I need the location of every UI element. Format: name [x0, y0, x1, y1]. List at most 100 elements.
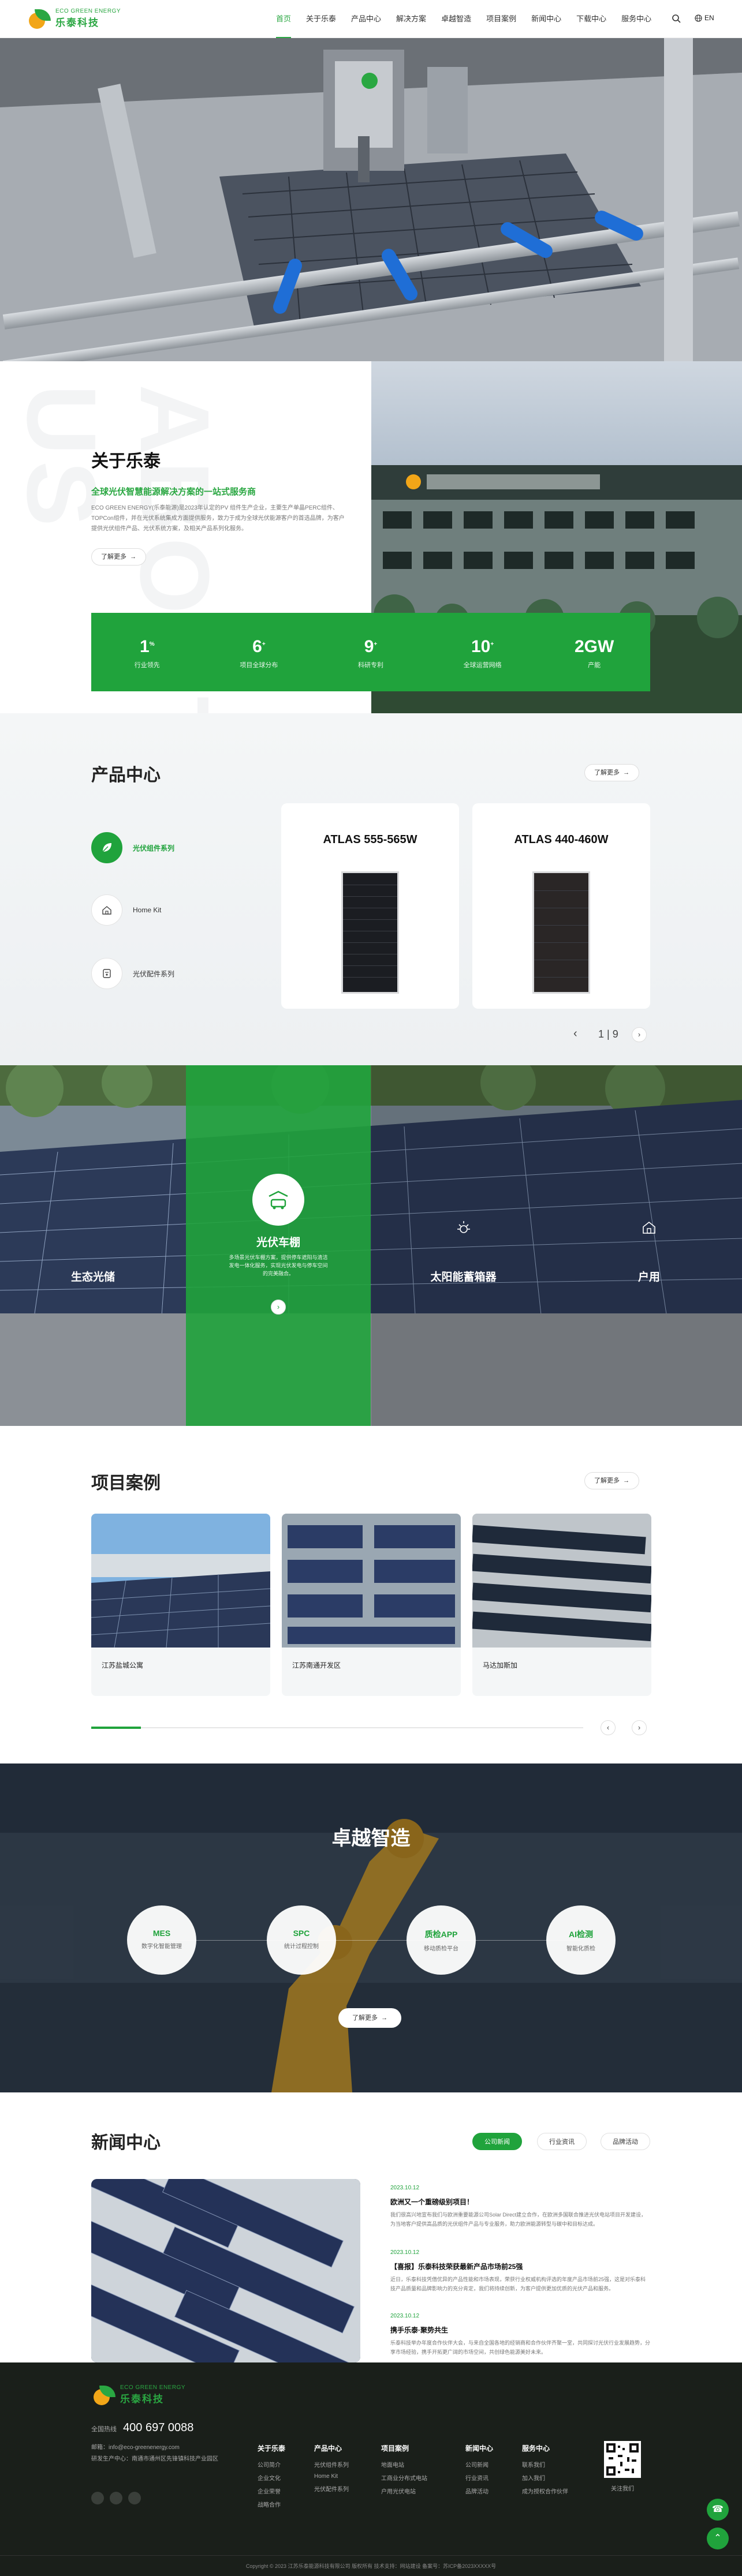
case-card[interactable]: 江苏盐城公寓 [91, 1514, 270, 1696]
news-featured-image[interactable] [91, 2179, 360, 2362]
smart-item-qc-app[interactable]: 质检APP 移动质检平台 [407, 1905, 476, 1975]
news-item[interactable]: 2023.10.12 【喜报】乐泰科技荣获最新产品市场前25强 近日，乐泰科技凭… [390, 2249, 650, 2293]
footer-col-service: 服务中心 联系我们 加入我们 成为授权合作伙伴 [522, 2443, 568, 2500]
smart-item-ai[interactable]: AI检测智能化质检 [546, 1905, 616, 1975]
footer-col-title[interactable]: 服务中心 [522, 2443, 568, 2453]
category-home-kit[interactable]: Home Kit [91, 894, 161, 926]
qr-caption: 关注我们 [611, 2486, 634, 2492]
case-card[interactable]: 马达加斯加 [472, 1514, 651, 1696]
footer-col-title[interactable]: 项目案例 [381, 2443, 427, 2453]
stat-label: 科研专利 [357, 662, 383, 669]
pager-prev-icon[interactable]: ‹ [573, 1027, 577, 1040]
product-card[interactable]: ATLAS 440-460W [472, 803, 650, 1009]
case-card[interactable]: 江苏南通开发区 [282, 1514, 461, 1696]
footer-link[interactable]: 行业资讯 [465, 2473, 493, 2482]
logo-en: ECO GREEN ENERGY [120, 2384, 186, 2391]
nav-solutions[interactable]: 解决方案 [396, 0, 426, 38]
category-pv-modules[interactable]: 光伏组件系列 [91, 832, 174, 863]
stat-sup: + [262, 641, 266, 647]
footer-col-title[interactable]: 关于乐泰 [258, 2443, 285, 2453]
footer-col-title[interactable]: 产品中心 [314, 2443, 349, 2453]
logo-mark [27, 7, 52, 30]
case-image [472, 1514, 651, 1648]
tab-company-news[interactable]: 公司新闻 [472, 2133, 522, 2150]
house-icon [643, 1221, 655, 1234]
footer-link[interactable]: 成为授权合作伙伴 [522, 2487, 568, 2495]
cases-section: 项目案例 了解更多 → 江苏盐城公寓 江苏南通开发区 马达加斯加 ‹ › [0, 1426, 742, 1763]
footer-link[interactable]: 企业荣誉 [258, 2487, 285, 2495]
smart-item-desc: 智能化质检 [566, 1946, 595, 1952]
pager-next-button[interactable]: › [632, 1027, 647, 1042]
cases-next-button[interactable]: › [632, 1720, 647, 1735]
footer-link[interactable]: 公司简介 [258, 2460, 285, 2469]
footer-link[interactable]: 工商业分布式电站 [381, 2473, 427, 2482]
solution-residential[interactable]: 户用 [556, 1065, 742, 1426]
category-accessories[interactable]: 光伏配件系列 [91, 958, 174, 989]
nav-about[interactable]: 关于乐泰 [306, 0, 336, 38]
address-value: 南通市通州区先锋镇科技产业园区 [132, 2456, 218, 2462]
cases-prev-button[interactable]: ‹ [601, 1720, 616, 1735]
nav-home[interactable]: 首页 [276, 0, 292, 38]
address-block: 研发生产中心：南通市通州区先锋镇科技产业园区 [91, 2455, 241, 2464]
smart-item-spc[interactable]: SPC 统计过程控制 [267, 1905, 336, 1975]
products-more-button[interactable]: 了解更多 → [584, 764, 640, 781]
nav-service[interactable]: 服务中心 [621, 0, 651, 38]
footer-link[interactable]: Home Kit [314, 2473, 349, 2480]
footer-link[interactable]: 联系我们 [522, 2460, 568, 2469]
stat-label: 全球运营网络 [463, 662, 502, 669]
about-section: ABOUT US 关于乐泰 全球光伏智慧能源解决方案的一站式服务商 ECO GR… [0, 361, 742, 762]
smart-item-title: AI检测 [569, 1930, 593, 1939]
tab-brand-events[interactable]: 品牌活动 [601, 2133, 650, 2150]
footer-link[interactable]: 光伏配件系列 [314, 2484, 349, 2493]
back-to-top-button[interactable]: ⌃ [707, 2528, 729, 2549]
language-switch[interactable]: EN [695, 14, 714, 22]
footer-link[interactable]: 光伏组件系列 [314, 2460, 349, 2469]
solution-carport[interactable]: 光伏车棚 多场景光伏车棚方案，提供停车遮阳与清洁发电一体化服务，实现光伏发电与停… [186, 1065, 371, 1426]
footer-link[interactable]: 加入我们 [522, 2473, 568, 2482]
hotline-block: 全国热线 400 697 0088 [91, 2421, 193, 2435]
footer-link[interactable]: 品牌活动 [465, 2487, 493, 2495]
smart-item-mes[interactable]: MES 数字化智能管理 [127, 1905, 196, 1975]
tab-industry-news[interactable]: 行业资讯 [537, 2133, 587, 2150]
footer-divider [0, 2555, 742, 2556]
stat-num: 2GW [575, 637, 614, 656]
footer-col-title[interactable]: 新闻中心 [465, 2443, 493, 2453]
solution-more-button[interactable]: › [271, 1300, 286, 1315]
product-card[interactable]: ATLAS 555-565W [281, 803, 459, 1009]
about-more-button[interactable]: 了解更多 → [91, 548, 147, 566]
footer-col-about: 关于乐泰 公司简介 企业文化 企业荣誉 战略合作 [258, 2443, 285, 2513]
news-date: 2023.10.12 [390, 2313, 420, 2319]
stat-label: 项目全球分布 [240, 662, 278, 669]
chat-float-button[interactable]: ☎ [707, 2499, 729, 2521]
footer-logo[interactable]: ECO GREEN ENERGY 乐泰科技 [91, 2383, 185, 2406]
cases-more-button[interactable]: 了解更多 → [584, 1472, 640, 1489]
stat-item: 1% 行业领先 [91, 613, 203, 691]
nav-products[interactable]: 产品中心 [351, 0, 381, 38]
news-item[interactable]: 2023.10.12 携手乐泰·聚势共生 乐泰科技举办年度合作伙伴大会，与来自全… [390, 2313, 650, 2357]
nav-manufacturing[interactable]: 卓越智造 [441, 0, 471, 38]
footer-link[interactable]: 战略合作 [258, 2500, 285, 2508]
cases-more-label: 了解更多 [594, 1477, 620, 1484]
nav-cases[interactable]: 项目案例 [486, 0, 516, 38]
logo[interactable]: ECO GREEN ENERGY 乐泰科技 [27, 7, 121, 30]
solar-panel-image [341, 871, 399, 994]
news-title-text: 携手乐泰·聚势共生 [390, 2326, 448, 2334]
footer-link[interactable]: 户用光伏电站 [381, 2487, 427, 2495]
news-item[interactable]: 2023.10.12 欧洲又一个重磅级别项目！ 我们很高兴地宣布我们与欧洲重要能… [390, 2185, 650, 2229]
wechat-icon[interactable] [91, 2492, 104, 2504]
footer-link[interactable]: 企业文化 [258, 2473, 285, 2482]
solution-desc: 多场景光伏车棚方案，提供停车遮阳与清洁发电一体化服务，实现光伏发电与停车空间的完… [229, 1255, 328, 1276]
nav-news[interactable]: 新闻中心 [531, 0, 561, 38]
solution-solar-storage-box[interactable]: 太阳能蓄箱器 [371, 1065, 556, 1426]
qr-code [604, 2441, 641, 2478]
hero-banner [0, 38, 742, 361]
solution-eco-storage[interactable]: 生态光储 [0, 1065, 186, 1426]
weibo-icon[interactable] [110, 2492, 122, 2504]
search-icon[interactable] [672, 14, 681, 23]
footer-link[interactable]: 地面电站 [381, 2460, 427, 2469]
footer-link[interactable]: 公司新闻 [465, 2460, 493, 2469]
linkedin-icon[interactable] [128, 2492, 141, 2504]
cases-progress-track [91, 1727, 583, 1728]
nav-download[interactable]: 下载中心 [576, 0, 606, 38]
smart-more-button[interactable]: 了解更多 → [338, 2008, 402, 2028]
